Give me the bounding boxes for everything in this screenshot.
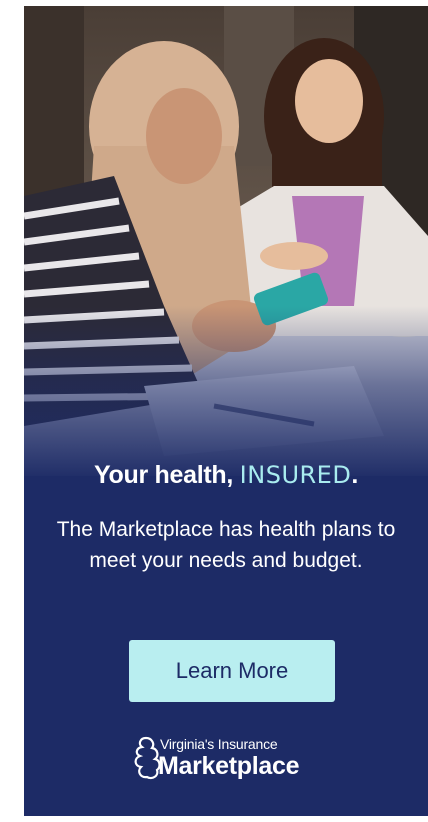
logo-wordmark: Marketplace	[158, 752, 300, 780]
headline-prefix: Your health,	[94, 461, 234, 489]
headline-accent: INSURED	[239, 461, 352, 489]
headline-suffix: .	[351, 461, 358, 489]
photo-fade-overlay	[24, 306, 428, 481]
virginia-marketplace-logo: Virginia's Insurance Marketplace	[132, 732, 332, 788]
logo-tagline: Virginia's Insurance	[160, 736, 278, 752]
headline: Your health, INSURED.	[24, 461, 428, 490]
body-copy: The Marketplace has health plans to meet…	[56, 518, 396, 572]
banner-ad[interactable]: Your health, INSURED. The Marketplace ha…	[24, 6, 428, 816]
learn-more-button[interactable]: Learn More	[129, 640, 335, 702]
